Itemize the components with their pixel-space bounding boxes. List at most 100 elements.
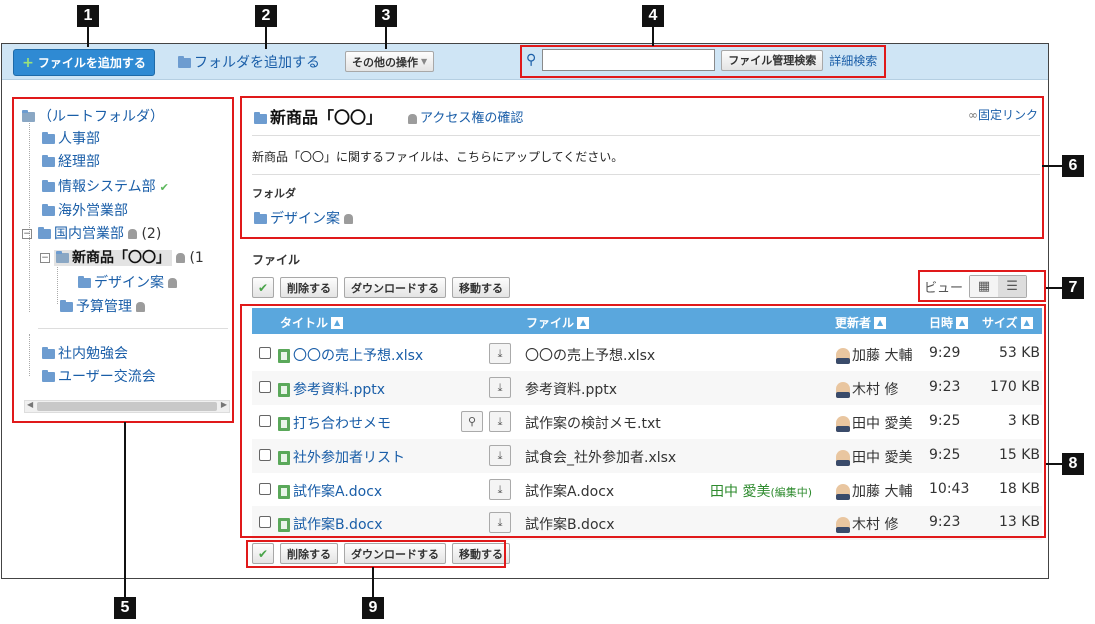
updater: 加藤 大輔 xyxy=(836,481,912,501)
file-icon xyxy=(278,518,290,532)
folder-icon xyxy=(42,180,55,192)
access-link-label: アクセス権の確認 xyxy=(420,111,524,126)
download-icon[interactable]: ⤓ xyxy=(489,512,511,533)
search-input[interactable] xyxy=(542,49,716,71)
callout-3-line xyxy=(385,27,387,49)
file-icon xyxy=(278,383,290,397)
callout-7-line xyxy=(1046,287,1062,289)
download-button[interactable]: ダウンロードする xyxy=(344,277,446,298)
download-icon[interactable]: ⤓ xyxy=(489,445,511,466)
tree-item-budget[interactable]: 予算管理 xyxy=(60,296,145,316)
scroll-right-icon[interactable]: ▶ xyxy=(221,400,227,409)
add-file-label: ファイルを追加する xyxy=(37,56,146,70)
folder-icon xyxy=(254,111,267,124)
select-all-button[interactable]: ✔ xyxy=(252,543,274,564)
tree-item-label: 社内勉強会 xyxy=(58,346,128,362)
table-row: 〇〇の売上予想.xlsx ⤓ 〇〇の売上予想.xlsx 加藤 大輔 9:29 5… xyxy=(252,337,1042,371)
collapse-icon[interactable]: − xyxy=(22,229,32,239)
callout-2-line xyxy=(265,27,267,49)
updater: 田中 愛美 xyxy=(836,447,912,467)
row-checkbox[interactable] xyxy=(259,381,271,393)
row-checkbox[interactable] xyxy=(259,483,271,495)
callout-4-line xyxy=(652,27,654,46)
grid-view-icon[interactable]: ▦ xyxy=(970,276,999,297)
file-name: 試作案B.docx xyxy=(525,517,615,533)
download-icon[interactable]: ⤓ xyxy=(489,479,511,500)
permalink[interactable]: ∞固定リンク xyxy=(968,106,1038,123)
row-checkbox[interactable] xyxy=(259,415,271,427)
access-link[interactable]: アクセス権の確認 xyxy=(408,107,523,126)
move-button[interactable]: 移動する xyxy=(452,543,510,564)
file-title-link[interactable]: 試作案A.docx xyxy=(278,481,382,501)
list-view-icon[interactable]: ☰ xyxy=(998,276,1027,297)
tree-item-jinji[interactable]: 人事部 xyxy=(42,128,100,148)
updater: 木村 修 xyxy=(836,379,898,399)
row-checkbox[interactable] xyxy=(259,449,271,461)
tree-scrollbar[interactable]: ◀ ▶ xyxy=(24,400,230,413)
file-title-link[interactable]: 〇〇の売上予想.xlsx xyxy=(278,345,423,365)
folder-icon xyxy=(42,347,55,359)
tree-item-keiri[interactable]: 経理部 xyxy=(42,151,100,171)
download-icon[interactable]: ⤓ xyxy=(489,343,511,364)
other-ops-button[interactable]: その他の操作 ▼ xyxy=(345,51,435,72)
col-updater[interactable]: 更新者 ▲ xyxy=(835,314,887,331)
file-title-link[interactable]: 社外参加者リスト xyxy=(278,447,405,467)
tree-item-kokunai[interactable]: − 国内営業部 (2) xyxy=(22,223,161,243)
download-icon[interactable]: ⤓ xyxy=(489,411,511,432)
folder-icon xyxy=(42,155,55,167)
scroll-left-icon[interactable]: ◀ xyxy=(27,400,33,409)
tree-item-design[interactable]: デザイン案 xyxy=(78,272,177,292)
updater-name: 木村 修 xyxy=(852,517,899,533)
tree-item-user-group[interactable]: ユーザー交流会 xyxy=(42,366,156,386)
col-title[interactable]: タイトル ▲ xyxy=(280,314,344,331)
delete-button[interactable]: 削除する xyxy=(280,543,338,564)
row-checkbox[interactable] xyxy=(259,347,271,359)
callout-8-line xyxy=(1046,463,1062,465)
add-folder-link[interactable]: フォルダを追加する xyxy=(178,52,320,72)
download-button[interactable]: ダウンロードする xyxy=(344,543,446,564)
col-file[interactable]: ファイル ▲ xyxy=(526,314,590,331)
scroll-thumb[interactable] xyxy=(37,402,217,411)
col-time[interactable]: 日時 ▲ xyxy=(929,314,969,331)
detail-search-link[interactable]: 詳細検索 xyxy=(829,52,877,69)
collapse-icon[interactable]: − xyxy=(40,253,50,263)
file-size: 13 KB xyxy=(998,514,1040,530)
lock-icon xyxy=(136,302,145,312)
delete-button[interactable]: 削除する xyxy=(280,277,338,298)
col-size[interactable]: サイズ ▲ xyxy=(982,314,1033,331)
table-row: 試作案A.docx ⤓ 試作案A.docx 田中 愛美(編集中) 加藤 大輔 1… xyxy=(252,473,1042,507)
tree-root[interactable]: （ルートフォルダ） xyxy=(22,106,164,126)
tree-item-label: 国内営業部 xyxy=(54,226,124,242)
tree-item-study[interactable]: 社内勉強会 xyxy=(42,343,128,363)
tree-root-label: （ルートフォルダ） xyxy=(38,109,164,125)
folder-icon xyxy=(42,370,55,382)
update-time: 9:29 xyxy=(929,345,961,361)
preview-icon[interactable]: ⚲ xyxy=(461,411,483,432)
select-all-button[interactable]: ✔ xyxy=(252,277,274,298)
tree-item-joho[interactable]: 情報システム部 ✔ xyxy=(42,176,169,196)
file-title: 〇〇の売上予想.xlsx xyxy=(293,348,424,364)
add-file-button[interactable]: + ファイルを追加する xyxy=(13,49,155,76)
file-icon xyxy=(278,417,290,431)
link-icon: ∞ xyxy=(967,108,978,122)
file-title-link[interactable]: 参考資料.pptx xyxy=(278,379,385,399)
update-time: 9:25 xyxy=(929,413,961,429)
sort-icon: ▲ xyxy=(331,316,344,329)
file-search-button[interactable]: ファイル管理検索 xyxy=(721,49,824,71)
tree-item-kaigai[interactable]: 海外営業部 xyxy=(42,200,128,220)
updater-name: 加藤 大輔 xyxy=(852,484,913,500)
tree-item-new-product[interactable]: − 新商品「〇〇」 (1 xyxy=(40,247,204,267)
subfolder-link[interactable]: デザイン案 xyxy=(254,208,353,228)
divider xyxy=(252,174,1040,175)
other-ops-label: その他の操作 xyxy=(352,55,418,69)
row-checkbox[interactable] xyxy=(259,516,271,528)
avatar xyxy=(836,416,850,432)
file-title-link[interactable]: 試作案B.docx xyxy=(278,514,383,534)
tree-item-label: 人事部 xyxy=(58,131,100,147)
editing-user: 田中 愛美 xyxy=(710,484,771,500)
download-icon[interactable]: ⤓ xyxy=(489,377,511,398)
header-checkbox[interactable] xyxy=(259,316,271,328)
move-button[interactable]: 移動する xyxy=(452,277,510,298)
lock-icon xyxy=(408,113,417,124)
file-title-link[interactable]: 打ち合わせメモ xyxy=(278,413,391,433)
